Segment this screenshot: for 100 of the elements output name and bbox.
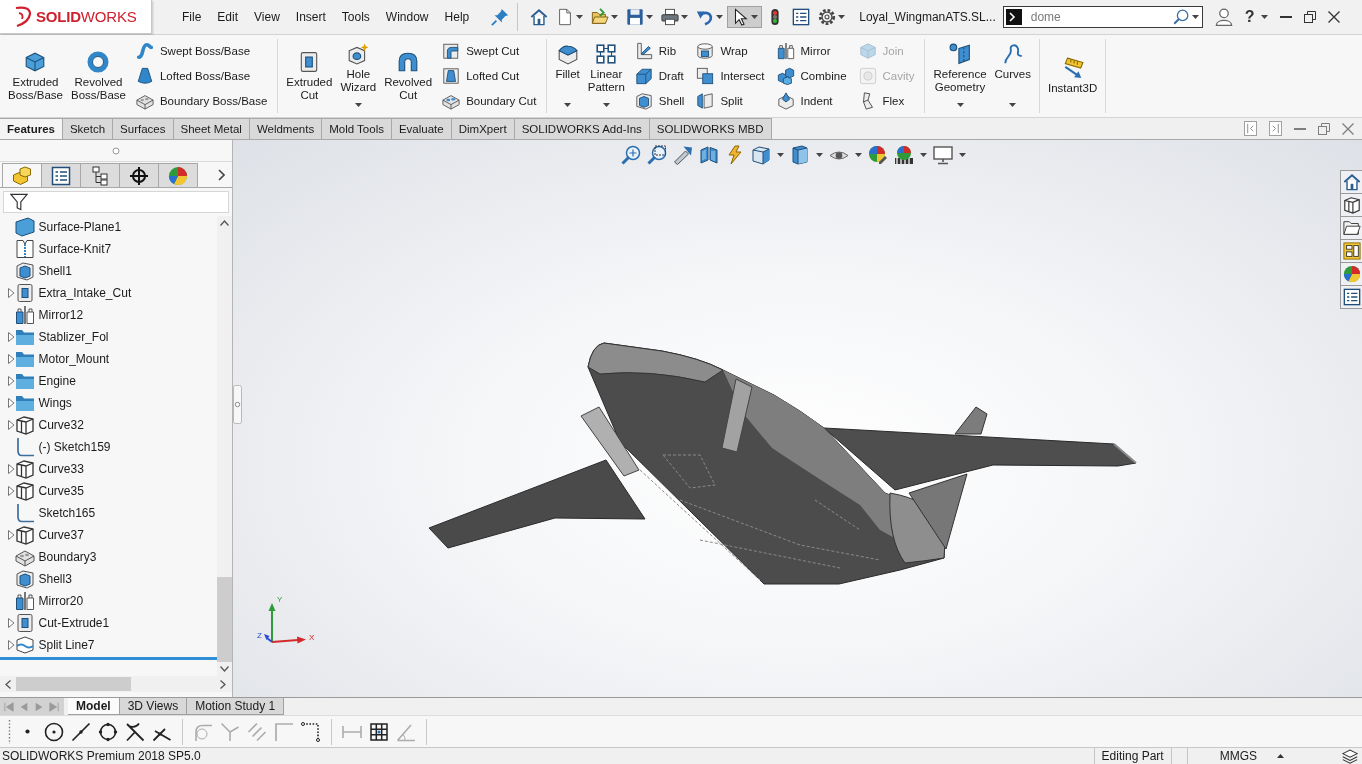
zoom-area-icon[interactable] (647, 145, 667, 165)
command-button[interactable]: Instant3D (1044, 39, 1102, 113)
search-box[interactable]: dome (1002, 6, 1203, 28)
command-button[interactable]: Lofted Boss/Base (133, 66, 270, 86)
user-icon[interactable] (1214, 8, 1233, 26)
command-button[interactable]: Swept Boss/Base (133, 41, 270, 62)
search-icon[interactable] (1172, 9, 1189, 25)
task-pane-tab[interactable] (1340, 216, 1362, 240)
command-button[interactable]: Reference Geometry (929, 39, 991, 113)
command-button[interactable]: Boundary Boss/Base (133, 90, 270, 111)
pin-icon[interactable] (491, 8, 510, 26)
task-pane-tab[interactable] (1340, 193, 1362, 217)
task-pane-tab[interactable] (1340, 239, 1362, 263)
menu-item[interactable]: Help (436, 7, 478, 27)
command-button[interactable]: Indent (774, 90, 849, 111)
tab[interactable]: Features (0, 118, 63, 139)
tab[interactable]: 3D Views (119, 698, 188, 715)
tab[interactable]: Sheet Metal (173, 118, 250, 139)
command-button[interactable]: Shell (632, 90, 687, 111)
command-button[interactable]: Swept Cut (440, 41, 539, 62)
tree-item[interactable]: Shell1 (0, 260, 217, 282)
scroll-right-icon[interactable] (220, 679, 226, 689)
node-circle-icon[interactable] (98, 721, 118, 742)
tree-item[interactable]: Stablizer_Fol (0, 326, 217, 348)
menu-item[interactable]: View (246, 7, 288, 27)
menu-item[interactable]: Tools (333, 7, 378, 27)
command-button[interactable]: Intersect (694, 66, 767, 86)
center-circle-icon[interactable] (44, 721, 64, 742)
tree-item[interactable]: (-) Sketch159 (0, 436, 217, 458)
menu-item[interactable]: Insert (287, 7, 334, 27)
caret-up-icon[interactable] (1277, 754, 1284, 758)
caret-icon[interactable] (855, 153, 862, 157)
toolbar-button[interactable] (727, 6, 763, 28)
command-button[interactable]: Extruded Cut (282, 39, 337, 113)
caret-icon[interactable] (1191, 15, 1199, 19)
tab[interactable]: DimXpert (451, 118, 515, 139)
tree-item[interactable]: Shell3 (0, 568, 217, 590)
command-button[interactable]: Curves (990, 39, 1035, 113)
grip-icon[interactable] (112, 146, 120, 155)
expand-arrow-icon[interactable] (8, 618, 15, 628)
command-button[interactable]: Flex (856, 90, 917, 111)
restore-icon[interactable] (1303, 11, 1316, 23)
expand-arrow-icon[interactable] (8, 376, 15, 386)
command-button[interactable]: Boundary Cut (440, 90, 539, 111)
line-icon[interactable] (71, 721, 91, 742)
grid-icon[interactable] (369, 721, 389, 742)
tree-item[interactable]: Surface-Plane1 (0, 216, 217, 238)
tree-item[interactable]: Extra_Intake_Cut (0, 282, 217, 304)
caret-icon[interactable] (777, 153, 784, 157)
command-button[interactable]: Split (694, 90, 767, 111)
tab[interactable]: Sketch (62, 118, 114, 139)
expand-arrow-icon[interactable] (8, 420, 15, 430)
tab[interactable]: Mold Tools (322, 118, 392, 139)
command-button[interactable]: Wrap (694, 41, 767, 62)
tree-item[interactable]: Surface-Knit7 (0, 238, 217, 260)
scroll-left-icon[interactable] (5, 679, 11, 689)
panel-tab[interactable] (119, 163, 159, 187)
point-icon[interactable] (25, 729, 30, 734)
expand-arrow-icon[interactable] (8, 398, 15, 408)
tree-item[interactable]: Engine (0, 370, 217, 392)
lightning-icon[interactable] (725, 145, 745, 165)
color-ball-pencil-icon[interactable] (868, 145, 888, 165)
zoom-icon[interactable] (621, 145, 641, 165)
expand-arrow-icon[interactable] (8, 530, 15, 540)
caret-icon[interactable] (959, 153, 966, 157)
command-button[interactable]: Revolved Boss/Base (66, 39, 130, 113)
trim-icon[interactable] (125, 721, 145, 742)
scroll-up-icon[interactable] (220, 220, 229, 226)
tab[interactable]: Weldments (249, 118, 323, 139)
section-box-icon[interactable] (699, 145, 719, 165)
tree-item[interactable]: Wings (0, 392, 217, 414)
caret-icon[interactable] (1260, 15, 1268, 19)
scroll-thumb[interactable] (217, 577, 232, 662)
command-button[interactable]: Hole Wizard (336, 39, 381, 113)
caret-icon[interactable] (920, 153, 927, 157)
tree-item[interactable]: Curve32 (0, 414, 217, 436)
view-cube-icon[interactable] (751, 145, 771, 165)
arrow-pencil-icon[interactable] (673, 145, 693, 165)
shaded-box-icon[interactable] (790, 145, 810, 165)
command-button[interactable]: Rib (632, 41, 687, 62)
menu-item[interactable]: Edit (209, 7, 247, 27)
expand-arrow-icon[interactable] (8, 486, 15, 496)
tab[interactable]: SOLIDWORKS Add-Ins (514, 118, 650, 139)
expand-arrow-icon[interactable] (8, 354, 15, 364)
tree-item[interactable]: Split Line7 (0, 634, 217, 656)
command-button[interactable]: Extruded Boss/Base (4, 39, 67, 113)
tree-item[interactable]: Motor_Mount (0, 348, 217, 370)
command-button[interactable]: Combine (774, 66, 849, 86)
task-pane-tab[interactable] (1340, 170, 1362, 194)
color-ball-floor-icon[interactable] (894, 145, 914, 165)
tree-item[interactable]: Boundary3 (0, 546, 217, 568)
close-icon[interactable] (1327, 11, 1340, 23)
scroll-down-icon[interactable] (220, 666, 229, 672)
caret-icon[interactable] (816, 153, 823, 157)
search-field[interactable]: dome (1024, 8, 1170, 26)
units-selector[interactable]: MMGS (1219, 748, 1257, 764)
minimize-icon[interactable] (1279, 16, 1292, 18)
grip-handle-icon[interactable] (233, 385, 242, 424)
command-button[interactable]: Mirror (774, 41, 849, 62)
tree-item[interactable]: Sketch165 (0, 502, 217, 524)
